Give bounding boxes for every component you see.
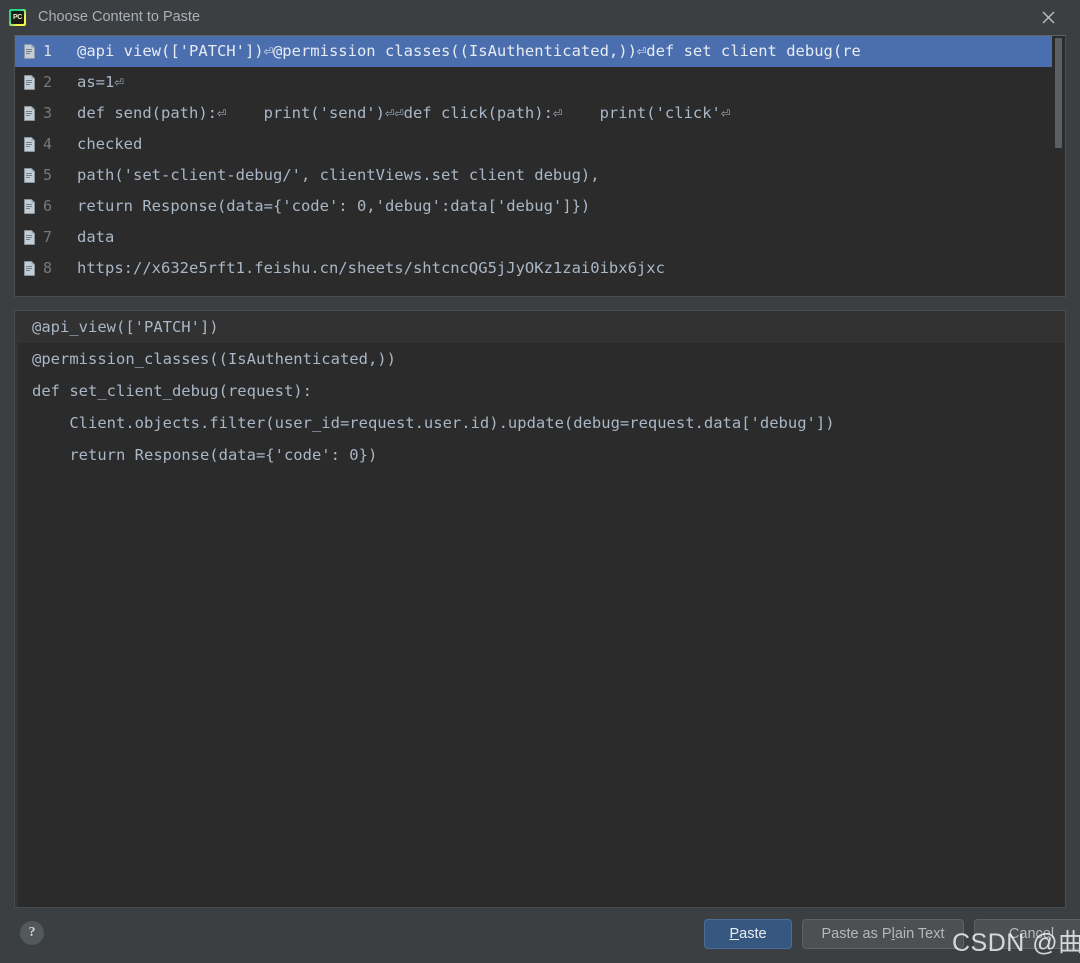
list-item-text: as=1⏎ [77, 74, 124, 91]
dialog-titlebar: PC Choose Content to Paste [0, 0, 1080, 35]
paste-button-label: aste [739, 926, 767, 942]
content-preview-pane[interactable]: @api_view(['PATCH']) @permission_classes… [14, 310, 1066, 908]
list-item[interactable]: 2 as=1⏎ [15, 67, 1065, 98]
pycharm-icon: PC [9, 9, 26, 26]
cancel-button[interactable]: Cancel [974, 919, 1080, 949]
clipboard-document-icon [23, 75, 36, 90]
preview-line: return Response(data={'code': 0}) [32, 446, 378, 464]
list-item[interactable]: 3 def send(path):⏎ print('send')⏎⏎def cl… [15, 98, 1065, 129]
dialog-title: Choose Content to Paste [38, 9, 201, 26]
dialog-button-bar: ? Paste Paste as Plain Text Cancel [0, 908, 1080, 963]
list-item-index: 7 [43, 228, 53, 246]
help-icon[interactable]: ? [20, 921, 44, 945]
list-item[interactable]: 7 data [15, 222, 1065, 253]
preview-line: @permission_classes((IsAuthenticated,)) [32, 350, 396, 368]
preview-line: @api_view(['PATCH']) [18, 311, 1065, 343]
list-item-text: @api_view(['PATCH'])⏎@permission_classes… [77, 43, 861, 60]
list-item-text: data [77, 229, 115, 246]
list-item[interactable]: 8 https://x632e5rft1.feishu.cn/sheets/sh… [15, 253, 1065, 284]
list-item[interactable]: 4 checked [15, 129, 1065, 160]
clipboard-document-icon [23, 230, 36, 245]
list-item[interactable]: 5 path('set-client-debug/', clientViews.… [15, 160, 1065, 191]
list-item-index: 8 [43, 259, 53, 277]
list-item-text: def send(path):⏎ print('send')⏎⏎def clic… [77, 105, 731, 122]
cancel-button-label: Cancel [1008, 926, 1055, 942]
list-item-text: checked [77, 136, 143, 153]
pycharm-icon-label: PC [12, 14, 23, 21]
list-item-index: 2 [43, 73, 53, 91]
list-item-index: 4 [43, 135, 53, 153]
clipboard-document-icon [23, 199, 36, 214]
list-vertical-scrollbar[interactable] [1052, 36, 1065, 296]
list-item[interactable]: 6 return Response(data={'code': 0,'debug… [15, 191, 1065, 222]
list-item-index: 6 [43, 197, 53, 215]
preview-code-body: @api_view(['PATCH']) @permission_classes… [18, 311, 1065, 907]
clipboard-items-list[interactable]: 1 @api_view(['PATCH'])⏎@permission_class… [14, 35, 1066, 297]
list-item-text: https://x632e5rft1.feishu.cn/sheets/shtc… [77, 260, 665, 277]
preview-line: Client.objects.filter(user_id=request.us… [32, 414, 835, 432]
paste-plain-label-post: ain Text [894, 926, 945, 942]
clipboard-document-icon [23, 261, 36, 276]
list-item-index: 5 [43, 166, 53, 184]
paste-plain-label-pre: Paste as P [821, 926, 892, 942]
paste-button-mnemonic: P [729, 926, 740, 942]
preview-line: def set_client_debug(request): [32, 382, 312, 400]
list-item[interactable]: 1 @api_view(['PATCH'])⏎@permission_class… [15, 36, 1065, 67]
clipboard-document-icon [23, 44, 36, 59]
list-item-text: return Response(data={'code': 0,'debug':… [77, 198, 591, 215]
clipboard-document-icon [23, 137, 36, 152]
clipboard-document-icon [23, 168, 36, 183]
list-item-index: 1 [43, 42, 53, 60]
close-icon[interactable] [1028, 0, 1068, 35]
scrollbar-thumb[interactable] [1055, 38, 1062, 148]
clipboard-items-container: 1 @api_view(['PATCH'])⏎@permission_class… [15, 36, 1065, 296]
paste-as-plain-text-button[interactable]: Paste as Plain Text [802, 919, 964, 949]
list-item-text: path('set-client-debug/', clientViews.se… [77, 167, 600, 184]
choose-content-to-paste-dialog: PC Choose Content to Paste 1 @api_view([… [0, 0, 1080, 963]
list-item-index: 3 [43, 104, 53, 122]
clipboard-document-icon [23, 106, 36, 121]
paste-button[interactable]: Paste [704, 919, 792, 949]
